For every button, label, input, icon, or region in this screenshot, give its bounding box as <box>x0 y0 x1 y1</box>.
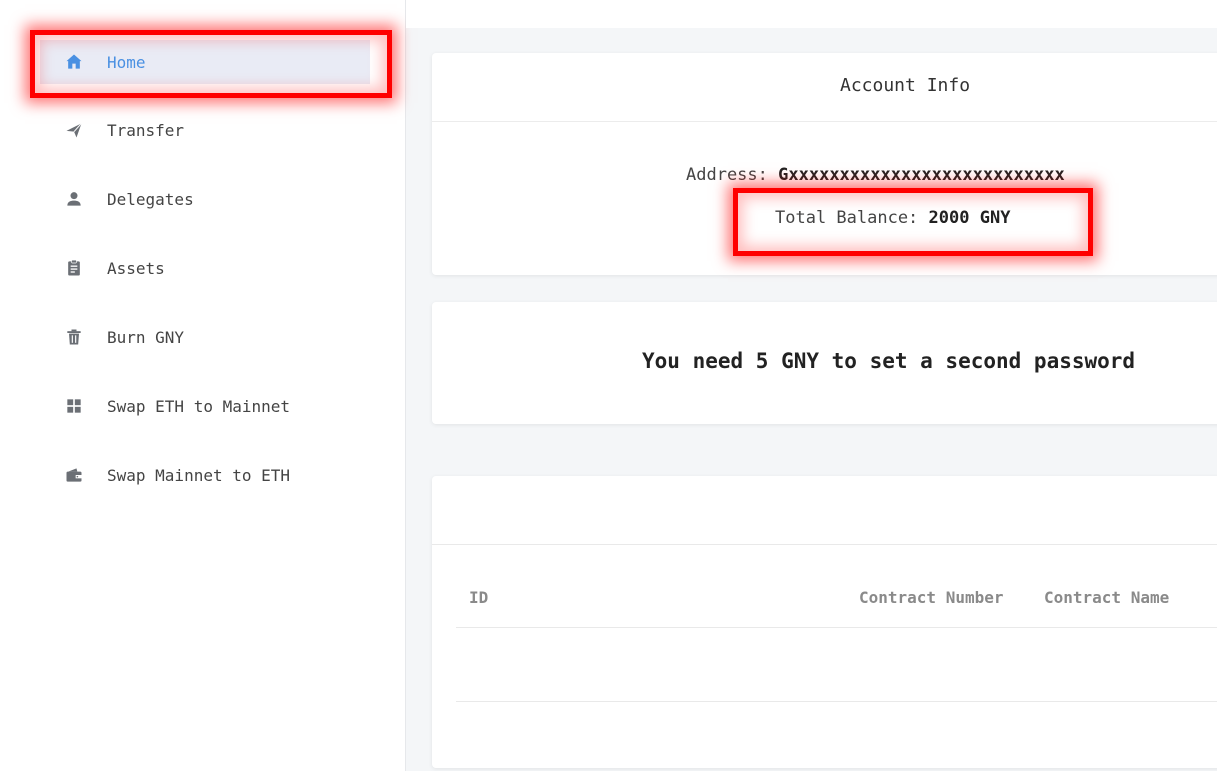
sidebar-item-transfer[interactable]: Transfer <box>40 108 370 152</box>
sidebar-item-label: Transfer <box>107 120 185 140</box>
contracts-table-card: ID Contract Number Contract Name <box>432 476 1217 768</box>
table-header-contract-number: Contract Number <box>859 588 1004 607</box>
account-info-header: Account Info <box>432 53 1217 122</box>
table-header-contract-name: Contract Name <box>1044 588 1170 607</box>
sidebar-item-label: Assets <box>107 258 165 278</box>
sidebar-item-label: Delegates <box>107 189 194 209</box>
table-card-divider <box>432 544 1217 545</box>
person-icon <box>64 189 84 209</box>
table-header-divider <box>456 627 1217 628</box>
notice-card: You need 5 GNY to set a second password <box>432 302 1217 424</box>
address-label: Address: <box>686 165 768 185</box>
sidebar: Home Transfer Delegates Assets Burn GNY <box>0 0 406 771</box>
sidebar-item-swap-eth-to-mainnet[interactable]: Swap ETH to Mainnet <box>40 384 370 428</box>
sidebar-item-delegates[interactable]: Delegates <box>40 177 370 221</box>
home-icon <box>64 52 84 72</box>
app-root: Home Transfer Delegates Assets Burn GNY <box>0 0 1217 771</box>
sidebar-item-label: Swap ETH to Mainnet <box>107 396 291 416</box>
sidebar-item-label: Swap Mainnet to ETH <box>107 465 291 485</box>
wallet-icon <box>64 465 84 485</box>
balance-label: Total Balance: <box>775 208 919 228</box>
sidebar-item-assets[interactable]: Assets <box>40 246 370 290</box>
address-line: Address: Gxxxxxxxxxxxxxxxxxxxxxxxxxxx <box>686 165 1065 185</box>
second-password-notice: You need 5 GNY to set a second password <box>642 349 1136 373</box>
sidebar-item-label: Burn GNY <box>107 327 185 347</box>
grid-icon <box>64 396 84 416</box>
account-info-card: Account Info Address: Gxxxxxxxxxxxxxxxxx… <box>432 53 1217 275</box>
balance-value: 2000 GNY <box>928 208 1011 228</box>
trash-icon <box>64 327 84 347</box>
address-value: Gxxxxxxxxxxxxxxxxxxxxxxxxxxx <box>778 165 1065 185</box>
top-bar <box>406 0 1217 28</box>
sidebar-item-swap-mainnet-to-eth[interactable]: Swap Mainnet to ETH <box>40 453 370 497</box>
sidebar-item-home[interactable]: Home <box>40 40 370 84</box>
sidebar-item-burn-gny[interactable]: Burn GNY <box>40 315 370 359</box>
balance-line: Total Balance: 2000 GNY <box>775 208 1010 228</box>
table-header-id: ID <box>469 588 489 607</box>
table-row-divider <box>456 701 1217 702</box>
card-title: Account Info <box>840 75 971 96</box>
send-icon <box>64 120 84 140</box>
sidebar-item-label: Home <box>107 52 146 72</box>
clipboard-icon <box>64 258 84 278</box>
